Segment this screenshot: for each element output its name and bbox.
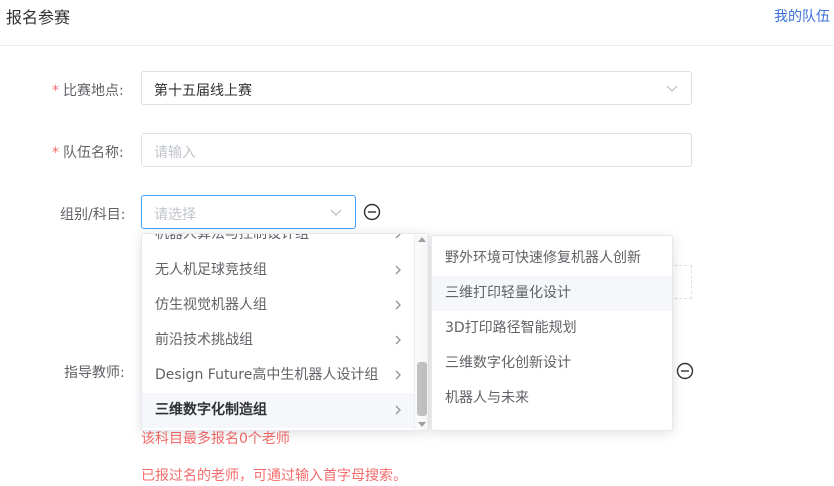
scroll-thumb[interactable] <box>417 362 427 416</box>
team-name-placeholder: 请输入 <box>154 145 196 161</box>
cascader-leaf-option[interactable]: 野外环境可快速修复机器人创新 <box>432 241 672 276</box>
cascader-option[interactable]: 无人机足球竞技组 <box>142 253 416 288</box>
venue-value: 第十五届线上赛 <box>154 83 252 99</box>
cascader-scrollbar[interactable] <box>414 234 428 430</box>
group-placeholder: 请选择 <box>154 207 196 223</box>
chevron-right-icon <box>395 234 401 239</box>
required-mark: * <box>52 83 59 99</box>
chevron-down-icon <box>330 209 342 216</box>
cascader-leaf-option[interactable]: 机器人与未来 <box>432 381 672 416</box>
team-name-input[interactable]: 请输入 <box>141 133 692 167</box>
chevron-right-icon <box>395 370 401 380</box>
chevron-down-icon <box>666 85 678 92</box>
cascader-leaf-option[interactable]: 三维数字化创新设计 <box>432 346 672 381</box>
group-label: 组别/科目: <box>60 207 126 223</box>
group-cascader-input[interactable]: 请选择 <box>141 195 356 229</box>
my-team-link[interactable]: 我的队伍 <box>774 6 830 26</box>
cascader-leaf-option[interactable]: 3D打印路径智能规划 <box>432 311 672 346</box>
venue-label: * 比赛地点: <box>52 83 124 99</box>
cascader-option[interactable]: Design Future高中生机器人设计组 <box>142 358 416 393</box>
cascader-menu-level2: 野外环境可快速修复机器人创新 三维打印轻量化设计 3D打印路径智能规划 三维数字… <box>431 235 673 431</box>
page-header: 报名参赛 我的队伍 <box>0 0 834 46</box>
cascader-dropdown: 机器人算法与控制设计组 无人机足球竞技组 仿生视觉机器人组 前沿技术挑战组 De… <box>141 233 673 431</box>
remove-circle-icon[interactable] <box>676 362 694 380</box>
venue-select[interactable]: 第十五届线上赛 <box>141 71 692 105</box>
required-mark: * <box>52 145 59 161</box>
cascader-option-active[interactable]: 三维数字化制造组 <box>142 393 416 428</box>
chevron-right-icon <box>395 300 401 310</box>
cascader-option[interactable]: 前沿技术挑战组 <box>142 323 416 358</box>
team-name-label: * 队伍名称: <box>52 145 124 161</box>
cascader-option[interactable]: 机器人算法与控制设计组 <box>142 234 416 252</box>
teacher-label: 指导教师: <box>64 365 125 381</box>
cascader-option[interactable]: 仿生视觉机器人组 <box>142 288 416 323</box>
scroll-down-arrow-icon[interactable] <box>418 422 426 428</box>
page-title: 报名参赛 <box>6 8 71 27</box>
scroll-up-arrow-icon[interactable] <box>418 236 426 242</box>
cascader-leaf-option[interactable]: 三维打印轻量化设计 <box>432 276 672 311</box>
chevron-right-icon <box>395 265 401 275</box>
teacher-limit-hint: 该科目最多报名0个老师 <box>141 431 290 447</box>
chevron-right-icon <box>395 335 401 345</box>
cascader-menu-level1: 机器人算法与控制设计组 无人机足球竞技组 仿生视觉机器人组 前沿技术挑战组 De… <box>141 233 429 431</box>
teacher-search-hint: 已报过名的老师，可通过输入首字母搜索。 <box>141 468 407 484</box>
remove-circle-icon[interactable] <box>363 203 381 221</box>
chevron-right-icon <box>395 405 401 415</box>
